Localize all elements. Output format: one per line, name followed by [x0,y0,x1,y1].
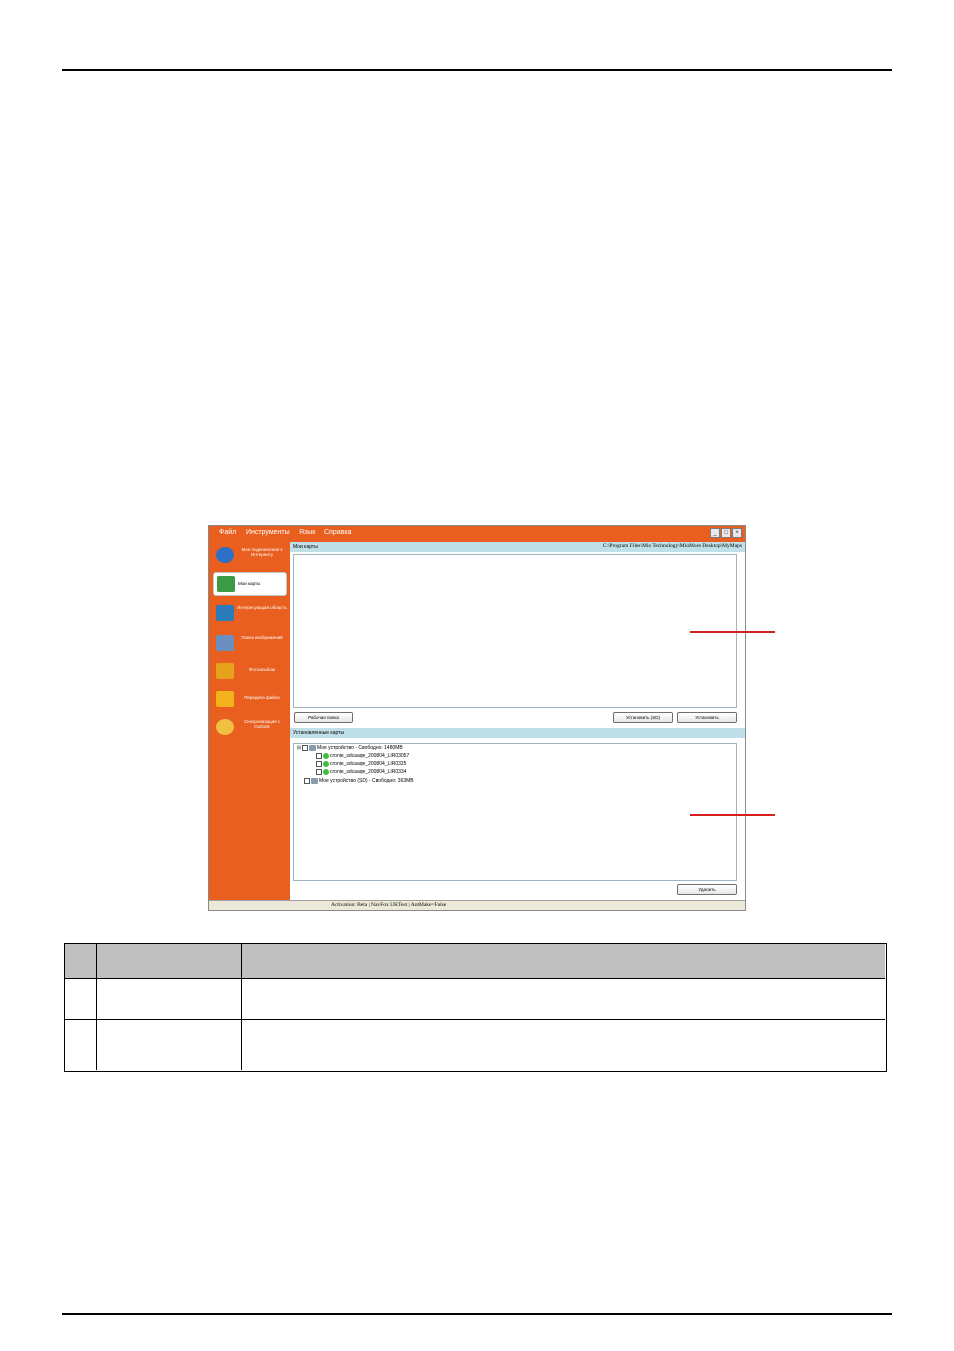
app-window: Файл Инструменты Язык Справка _ □ × Мое … [208,525,746,911]
tree-item-label: cronie_sdcaaqe_200804_LIR0325 [330,761,407,767]
table-divider [96,944,97,1070]
footer-rule [62,1313,892,1315]
album-icon [216,663,234,679]
sidebar-item-my-maps[interactable]: Мои карты [213,572,287,596]
description-table [64,943,887,1072]
menu-tools[interactable]: Инструменты [246,529,290,536]
tree-item-label: cronie_sdcaaqe_200804_LIR03057 [330,753,410,759]
checkbox[interactable] [316,752,322,759]
menu-bar: Файл Инструменты Язык Справка _ □ × [209,526,745,542]
checkbox[interactable] [302,744,308,751]
map-icon [323,752,329,759]
outlook-sync-icon [216,719,234,735]
my-maps-title: Мои карты [293,544,318,550]
callout-line-1 [690,631,775,633]
header-rule [62,69,892,71]
maximize-icon[interactable]: □ [721,528,731,538]
sidebar-item-album[interactable]: Фотоальбом [213,660,287,684]
sidebar-item-label: Фотоальбом [249,667,275,672]
map-icon [323,760,329,767]
tree-item-device[interactable]: ⊟ Мое устройство - Свободно: 1480MB [296,744,403,752]
sidebar-item-label: Синхронизация с Outlook [243,719,281,729]
tree-item-device-sd[interactable]: Мое устройство (SD) - Свободно: 363MB [304,777,414,785]
tree-item-label: Мое устройство (SD) - Свободно: 363MB [319,778,414,784]
minimize-icon[interactable]: _ [710,528,720,538]
sidebar-item-label: Мое подключение к Интернету [241,547,283,557]
window-controls: _ □ × [710,528,742,538]
sidebar-item-area[interactable]: Интересующая область [213,602,287,626]
sidebar-item-label: Интересующая область [237,605,287,610]
menu-language[interactable]: Язык [299,529,315,536]
map-icon [323,768,329,775]
table-divider [241,944,242,1070]
menu-help[interactable]: Справка [324,529,351,536]
maps-icon [217,576,235,592]
callout-line-2 [690,814,775,816]
installed-maps-title: Установленные карты [293,730,345,736]
menu-file[interactable]: Файл [219,529,236,536]
my-maps-header: Мои карты C:\Program Files\Mio Technolog… [290,542,745,552]
main-panel: Мои карты C:\Program Files\Mio Technolog… [290,542,745,900]
sidebar-item-internet[interactable]: Мое подключение к Интернету [213,544,287,568]
tree-item-label: cronie_sdcaaqe_200804_LIR0334 [330,769,407,775]
table-row-divider [65,1019,885,1020]
status-bar: Activation: Beta | NavFox UKTest | AntMa… [209,900,745,910]
tree-item-map[interactable]: cronie_sdcaaqe_200804_LIR0325 [316,760,406,768]
checkbox[interactable] [316,760,322,767]
tree-item-map[interactable]: cronie_sdcaaqe_200804_LIR03057 [316,752,409,760]
close-icon[interactable]: × [732,528,742,538]
sidebar-item-file-transfer[interactable]: Передача файла [213,688,287,712]
sidebar-item-image-search[interactable]: Поиск изображений [213,632,287,656]
globe-icon [216,547,234,563]
table-header [65,944,885,979]
delete-button[interactable]: Удалить [677,884,737,895]
install-sd-button[interactable]: Установить (SD) [613,712,673,723]
my-maps-list[interactable] [293,554,737,708]
sidebar-item-outlook-sync[interactable]: Синхронизация с Outlook [213,716,287,740]
installed-maps-header: Установленные карты [290,728,745,738]
work-folder-button[interactable]: Рабочая папка [294,712,353,723]
checkbox[interactable] [316,768,322,775]
checkbox[interactable] [304,777,310,784]
sd-card-icon [311,777,318,784]
installed-maps-tree[interactable]: ⊟ Мое устройство - Свободно: 1480MB croni… [293,743,737,881]
image-search-icon [216,635,234,651]
tree-item-map[interactable]: cronie_sdcaaqe_200804_LIR0334 [316,768,406,776]
sidebar-item-label: Передача файла [244,695,280,700]
file-transfer-icon [216,691,234,707]
sidebar-item-label: Мои карты [238,581,261,586]
status-text: Activation: Beta | NavFox UKTest | AntMa… [331,902,447,908]
device-icon [309,744,316,751]
sidebar-item-label: Поиск изображений [241,635,283,640]
install-button[interactable]: Установить [677,712,737,723]
area-icon [216,605,234,621]
tree-item-label: Мое устройство - Свободно: 1480MB [317,745,403,751]
sidebar: Мое подключение к Интернету Мои карты Ин… [209,542,290,900]
my-maps-path: C:\Program Files\Mio Technology\MioMore … [602,543,742,549]
